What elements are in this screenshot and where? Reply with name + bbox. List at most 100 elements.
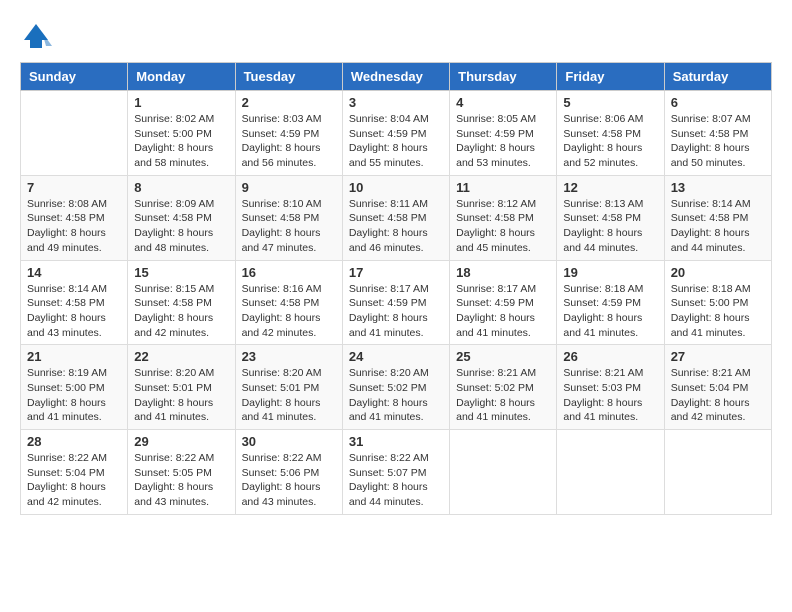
day-number: 29 [134,434,228,449]
day-number: 8 [134,180,228,195]
day-info: Sunrise: 8:10 AMSunset: 4:58 PMDaylight:… [242,197,336,256]
calendar-cell: 10 Sunrise: 8:11 AMSunset: 4:58 PMDayligh… [342,175,449,260]
day-info: Sunrise: 8:12 AMSunset: 4:58 PMDaylight:… [456,197,550,256]
logo [20,20,56,52]
day-info: Sunrise: 8:14 AMSunset: 4:58 PMDaylight:… [27,282,121,341]
calendar-week-2: 7 Sunrise: 8:08 AMSunset: 4:58 PMDaylight… [21,175,772,260]
day-number: 24 [349,349,443,364]
day-number: 23 [242,349,336,364]
day-number: 14 [27,265,121,280]
calendar-cell [450,430,557,515]
page-header [20,20,772,52]
day-info: Sunrise: 8:21 AMSunset: 5:02 PMDaylight:… [456,366,550,425]
day-info: Sunrise: 8:22 AMSunset: 5:04 PMDaylight:… [27,451,121,510]
calendar-week-4: 21Sunrise: 8:19 AMSunset: 5:00 PMDayligh… [21,345,772,430]
day-number: 27 [671,349,765,364]
calendar-cell: 18Sunrise: 8:17 AMSunset: 4:59 PMDayligh… [450,260,557,345]
day-number: 25 [456,349,550,364]
calendar-cell: 24 Sunrise: 8:20 AMSunset: 5:02 PMDayligh… [342,345,449,430]
calendar-cell: 5Sunrise: 8:06 AMSunset: 4:58 PMDaylight… [557,91,664,176]
day-info: Sunrise: 8:09 AMSunset: 4:58 PMDaylight:… [134,197,228,256]
day-number: 13 [671,180,765,195]
weekday-header-tuesday: Tuesday [235,63,342,91]
day-info: Sunrise: 8:21 AMSunset: 5:04 PMDaylight:… [671,366,765,425]
calendar-cell: 8 Sunrise: 8:09 AMSunset: 4:58 PMDaylight… [128,175,235,260]
calendar-cell: 21Sunrise: 8:19 AMSunset: 5:00 PMDayligh… [21,345,128,430]
calendar-cell: 22 Sunrise: 8:20 AMSunset: 5:01 PMDayligh… [128,345,235,430]
day-number: 18 [456,265,550,280]
day-number: 4 [456,95,550,110]
calendar-cell: 28 Sunrise: 8:22 AMSunset: 5:04 PMDayligh… [21,430,128,515]
day-info: Sunrise: 8:07 AMSunset: 4:58 PMDaylight:… [671,112,765,171]
weekday-header-friday: Friday [557,63,664,91]
calendar-cell: 31 Sunrise: 8:22 AMSunset: 5:07 PMDayligh… [342,430,449,515]
calendar-cell: 1 Sunrise: 8:02 AMSunset: 5:00 PMDaylight… [128,91,235,176]
day-number: 7 [27,180,121,195]
day-info: Sunrise: 8:02 AMSunset: 5:00 PMDaylight:… [134,112,228,171]
day-number: 22 [134,349,228,364]
day-info: Sunrise: 8:06 AMSunset: 4:58 PMDaylight:… [563,112,657,171]
day-info: Sunrise: 8:20 AMSunset: 5:02 PMDaylight:… [349,366,443,425]
day-info: Sunrise: 8:03 AMSunset: 4:59 PMDaylight:… [242,112,336,171]
calendar-cell: 2 Sunrise: 8:03 AMSunset: 4:59 PMDaylight… [235,91,342,176]
calendar-cell: 12 Sunrise: 8:13 AMSunset: 4:58 PMDayligh… [557,175,664,260]
calendar-cell: 15 Sunrise: 8:15 AMSunset: 4:58 PMDayligh… [128,260,235,345]
calendar-cell: 13 Sunrise: 8:14 AMSunset: 4:58 PMDayligh… [664,175,771,260]
day-info: Sunrise: 8:08 AMSunset: 4:58 PMDaylight:… [27,197,121,256]
calendar-cell: 26 Sunrise: 8:21 AMSunset: 5:03 PMDayligh… [557,345,664,430]
weekday-header-monday: Monday [128,63,235,91]
day-info: Sunrise: 8:20 AMSunset: 5:01 PMDaylight:… [242,366,336,425]
calendar-cell: 7 Sunrise: 8:08 AMSunset: 4:58 PMDaylight… [21,175,128,260]
calendar-cell: 9 Sunrise: 8:10 AMSunset: 4:58 PMDaylight… [235,175,342,260]
calendar-cell: 3 Sunrise: 8:04 AMSunset: 4:59 PMDaylight… [342,91,449,176]
calendar-cell [557,430,664,515]
calendar-cell: 23 Sunrise: 8:20 AMSunset: 5:01 PMDayligh… [235,345,342,430]
calendar-cell: 20 Sunrise: 8:18 AMSunset: 5:00 PMDayligh… [664,260,771,345]
calendar-cell: 30Sunrise: 8:22 AMSunset: 5:06 PMDayligh… [235,430,342,515]
day-info: Sunrise: 8:22 AMSunset: 5:07 PMDaylight:… [349,451,443,510]
day-number: 2 [242,95,336,110]
weekday-header-wednesday: Wednesday [342,63,449,91]
day-info: Sunrise: 8:16 AMSunset: 4:58 PMDaylight:… [242,282,336,341]
day-number: 16 [242,265,336,280]
calendar-cell: 16 Sunrise: 8:16 AMSunset: 4:58 PMDayligh… [235,260,342,345]
calendar-cell: 29 Sunrise: 8:22 AMSunset: 5:05 PMDayligh… [128,430,235,515]
day-info: Sunrise: 8:18 AMSunset: 5:00 PMDaylight:… [671,282,765,341]
calendar-week-1: 1 Sunrise: 8:02 AMSunset: 5:00 PMDaylight… [21,91,772,176]
calendar-cell: 19 Sunrise: 8:18 AMSunset: 4:59 PMDayligh… [557,260,664,345]
day-number: 20 [671,265,765,280]
day-number: 10 [349,180,443,195]
calendar-cell: 25 Sunrise: 8:21 AMSunset: 5:02 PMDayligh… [450,345,557,430]
day-number: 28 [27,434,121,449]
day-info: Sunrise: 8:13 AMSunset: 4:58 PMDaylight:… [563,197,657,256]
day-info: Sunrise: 8:15 AMSunset: 4:58 PMDaylight:… [134,282,228,341]
day-number: 26 [563,349,657,364]
day-number: 15 [134,265,228,280]
day-info: Sunrise: 8:05 AMSunset: 4:59 PMDaylight:… [456,112,550,171]
calendar-cell [664,430,771,515]
logo-icon [20,20,52,52]
weekday-header-thursday: Thursday [450,63,557,91]
day-number: 9 [242,180,336,195]
day-info: Sunrise: 8:20 AMSunset: 5:01 PMDaylight:… [134,366,228,425]
day-info: Sunrise: 8:17 AMSunset: 4:59 PMDaylight:… [349,282,443,341]
day-number: 3 [349,95,443,110]
calendar-cell [21,91,128,176]
day-info: Sunrise: 8:18 AMSunset: 4:59 PMDaylight:… [563,282,657,341]
day-info: Sunrise: 8:22 AMSunset: 5:05 PMDaylight:… [134,451,228,510]
day-number: 1 [134,95,228,110]
calendar-cell: 27 Sunrise: 8:21 AMSunset: 5:04 PMDayligh… [664,345,771,430]
weekday-header-sunday: Sunday [21,63,128,91]
calendar-cell: 6Sunrise: 8:07 AMSunset: 4:58 PMDaylight… [664,91,771,176]
calendar-cell: 17Sunrise: 8:17 AMSunset: 4:59 PMDayligh… [342,260,449,345]
calendar-table: SundayMondayTuesdayWednesdayThursdayFrid… [20,62,772,515]
day-info: Sunrise: 8:04 AMSunset: 4:59 PMDaylight:… [349,112,443,171]
day-number: 12 [563,180,657,195]
day-number: 19 [563,265,657,280]
day-number: 31 [349,434,443,449]
day-info: Sunrise: 8:21 AMSunset: 5:03 PMDaylight:… [563,366,657,425]
day-info: Sunrise: 8:14 AMSunset: 4:58 PMDaylight:… [671,197,765,256]
day-info: Sunrise: 8:11 AMSunset: 4:58 PMDaylight:… [349,197,443,256]
calendar-cell: 11Sunrise: 8:12 AMSunset: 4:58 PMDayligh… [450,175,557,260]
calendar-week-5: 28 Sunrise: 8:22 AMSunset: 5:04 PMDayligh… [21,430,772,515]
